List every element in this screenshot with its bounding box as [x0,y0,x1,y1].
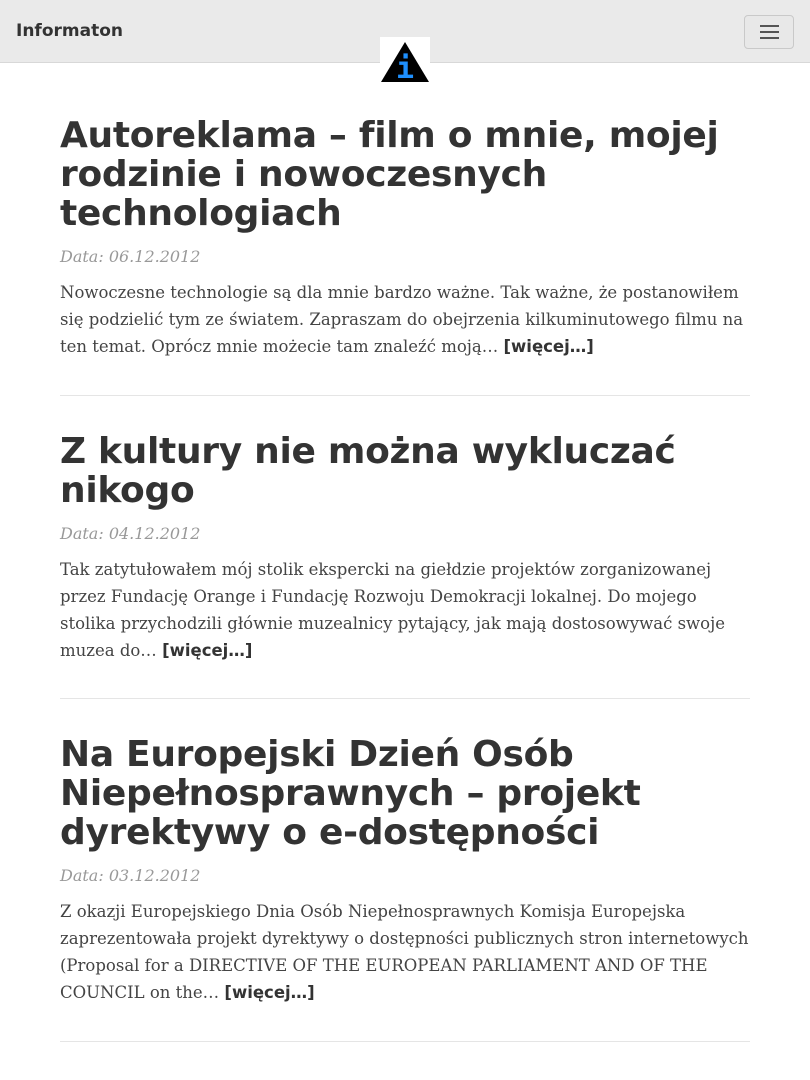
post-excerpt-text: Tak zatytułowałem mój stolik ekspercki n… [60,560,725,660]
post-divider [60,698,750,699]
post-excerpt-text: Z okazji Europejskiego Dnia Osób Niepełn… [60,902,749,1002]
post-item-3: Na Europejski Dzień Osób Niepełnosprawny… [60,735,750,1006]
post-divider [60,1041,750,1042]
hamburger-menu-icon [760,25,779,27]
info-triangle-logo-icon: i [381,42,429,84]
post-date: Data: 03.12.2012 [60,866,201,885]
site-logo[interactable]: i [380,37,430,84]
post-date: Data: 04.12.2012 [60,524,201,543]
post-title[interactable]: Autoreklama – film o mnie, mojej rodzini… [60,116,750,233]
post-excerpt: Tak zatytułowałem mój stolik ekspercki n… [60,556,750,664]
read-more-link[interactable]: [więcej…] [162,641,252,660]
post-excerpt-text: Nowoczesne technologie są dla mnie bardz… [60,283,744,356]
read-more-link[interactable]: [więcej…] [224,983,314,1002]
post-excerpt: Z okazji Europejskiego Dnia Osób Niepełn… [60,898,750,1006]
logo-letter: i [396,51,414,84]
brand-link[interactable]: Informaton [16,19,123,43]
post-title[interactable]: Z kultury nie można wykluczać nikogo [60,432,750,510]
post-item-2: Z kultury nie można wykluczać nikogo Dat… [60,432,750,664]
read-more-link[interactable]: [więcej…] [504,337,594,356]
post-divider [60,395,750,396]
post-excerpt: Nowoczesne technologie są dla mnie bardz… [60,279,750,360]
post-item-1: Autoreklama – film o mnie, mojej rodzini… [60,116,750,360]
post-date: Data: 06.12.2012 [60,247,201,266]
post-title[interactable]: Na Europejski Dzień Osób Niepełnosprawny… [60,735,750,852]
hamburger-menu-button[interactable] [744,15,794,49]
